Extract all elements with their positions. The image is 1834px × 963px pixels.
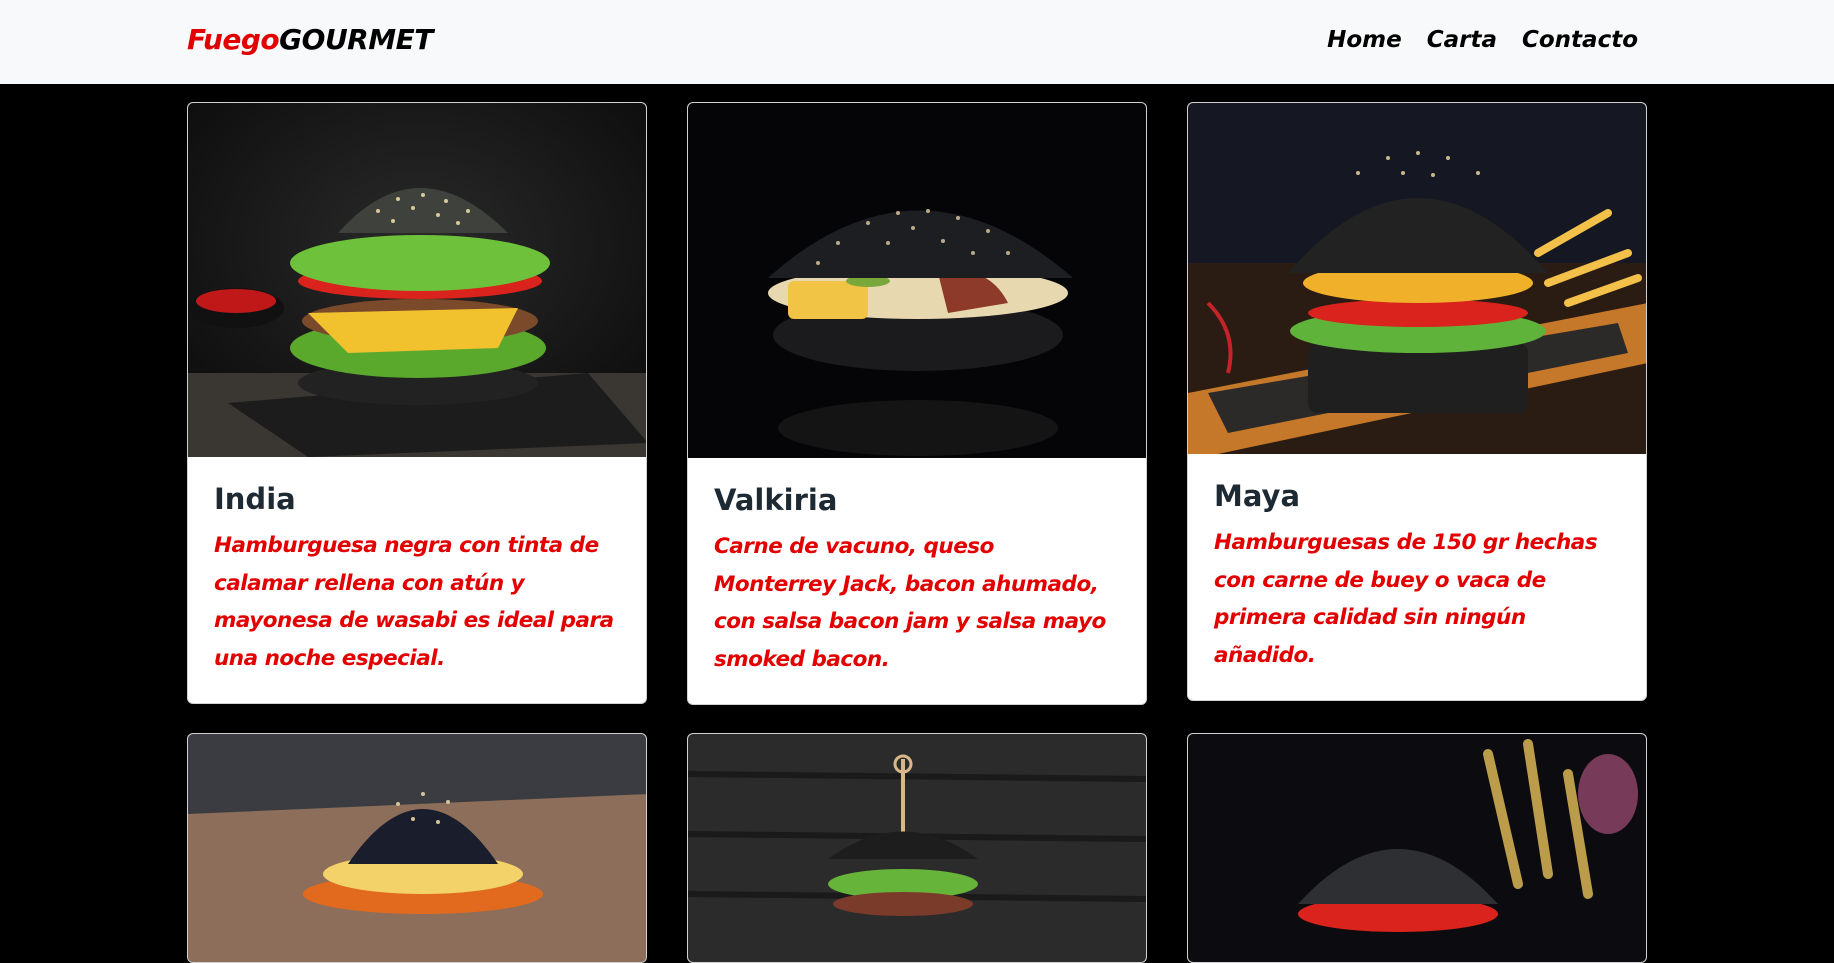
brand-gourmet: GOURMET — [279, 23, 433, 56]
burger-image-india — [188, 103, 646, 457]
brand-logo[interactable]: FuegoGOURMET — [187, 22, 433, 58]
nav-home-link[interactable]: Home — [1327, 24, 1402, 56]
card-description: Hamburguesas de 150 gr hechas con carne … — [1214, 530, 1598, 668]
card-body: Maya Hamburguesas de 150 gr hechas con c… — [1188, 454, 1646, 700]
burger-card-maya: Maya Hamburguesas de 150 gr hechas con c… — [1187, 102, 1647, 701]
nav-links: Home Carta Contacto — [1327, 24, 1638, 56]
burger-image-6 — [1188, 734, 1646, 962]
burger-card-valkiria: Valkiria Carne de vacuno, queso Monterre… — [687, 102, 1147, 705]
card-description: Hamburguesa negra con tinta de calamar r… — [214, 533, 614, 671]
brand-fuego: Fuego — [187, 23, 280, 56]
nav-contacto-link[interactable]: Contacto — [1522, 24, 1638, 56]
burger-image-5 — [688, 734, 1146, 962]
burger-card-india: India Hamburguesa negra con tinta de cal… — [187, 102, 647, 704]
card-description: Carne de vacuno, queso Monterrey Jack, b… — [714, 534, 1106, 672]
burger-image-valkiria — [688, 103, 1146, 458]
burger-card-6 — [1187, 733, 1647, 963]
navbar: FuegoGOURMET Home Carta Contacto — [0, 0, 1834, 84]
nav-carta-link[interactable]: Carta — [1427, 24, 1497, 56]
card-title: India — [214, 482, 296, 516]
burger-image-4 — [188, 734, 646, 962]
burger-card-4 — [187, 733, 647, 963]
burger-image-maya — [1188, 103, 1646, 454]
card-body: India Hamburguesa negra con tinta de cal… — [188, 457, 646, 703]
card-title: Valkiria — [714, 483, 838, 517]
card-body: Valkiria Carne de vacuno, queso Monterre… — [688, 458, 1146, 704]
card-title: Maya — [1214, 479, 1301, 513]
burger-card-5 — [687, 733, 1147, 963]
